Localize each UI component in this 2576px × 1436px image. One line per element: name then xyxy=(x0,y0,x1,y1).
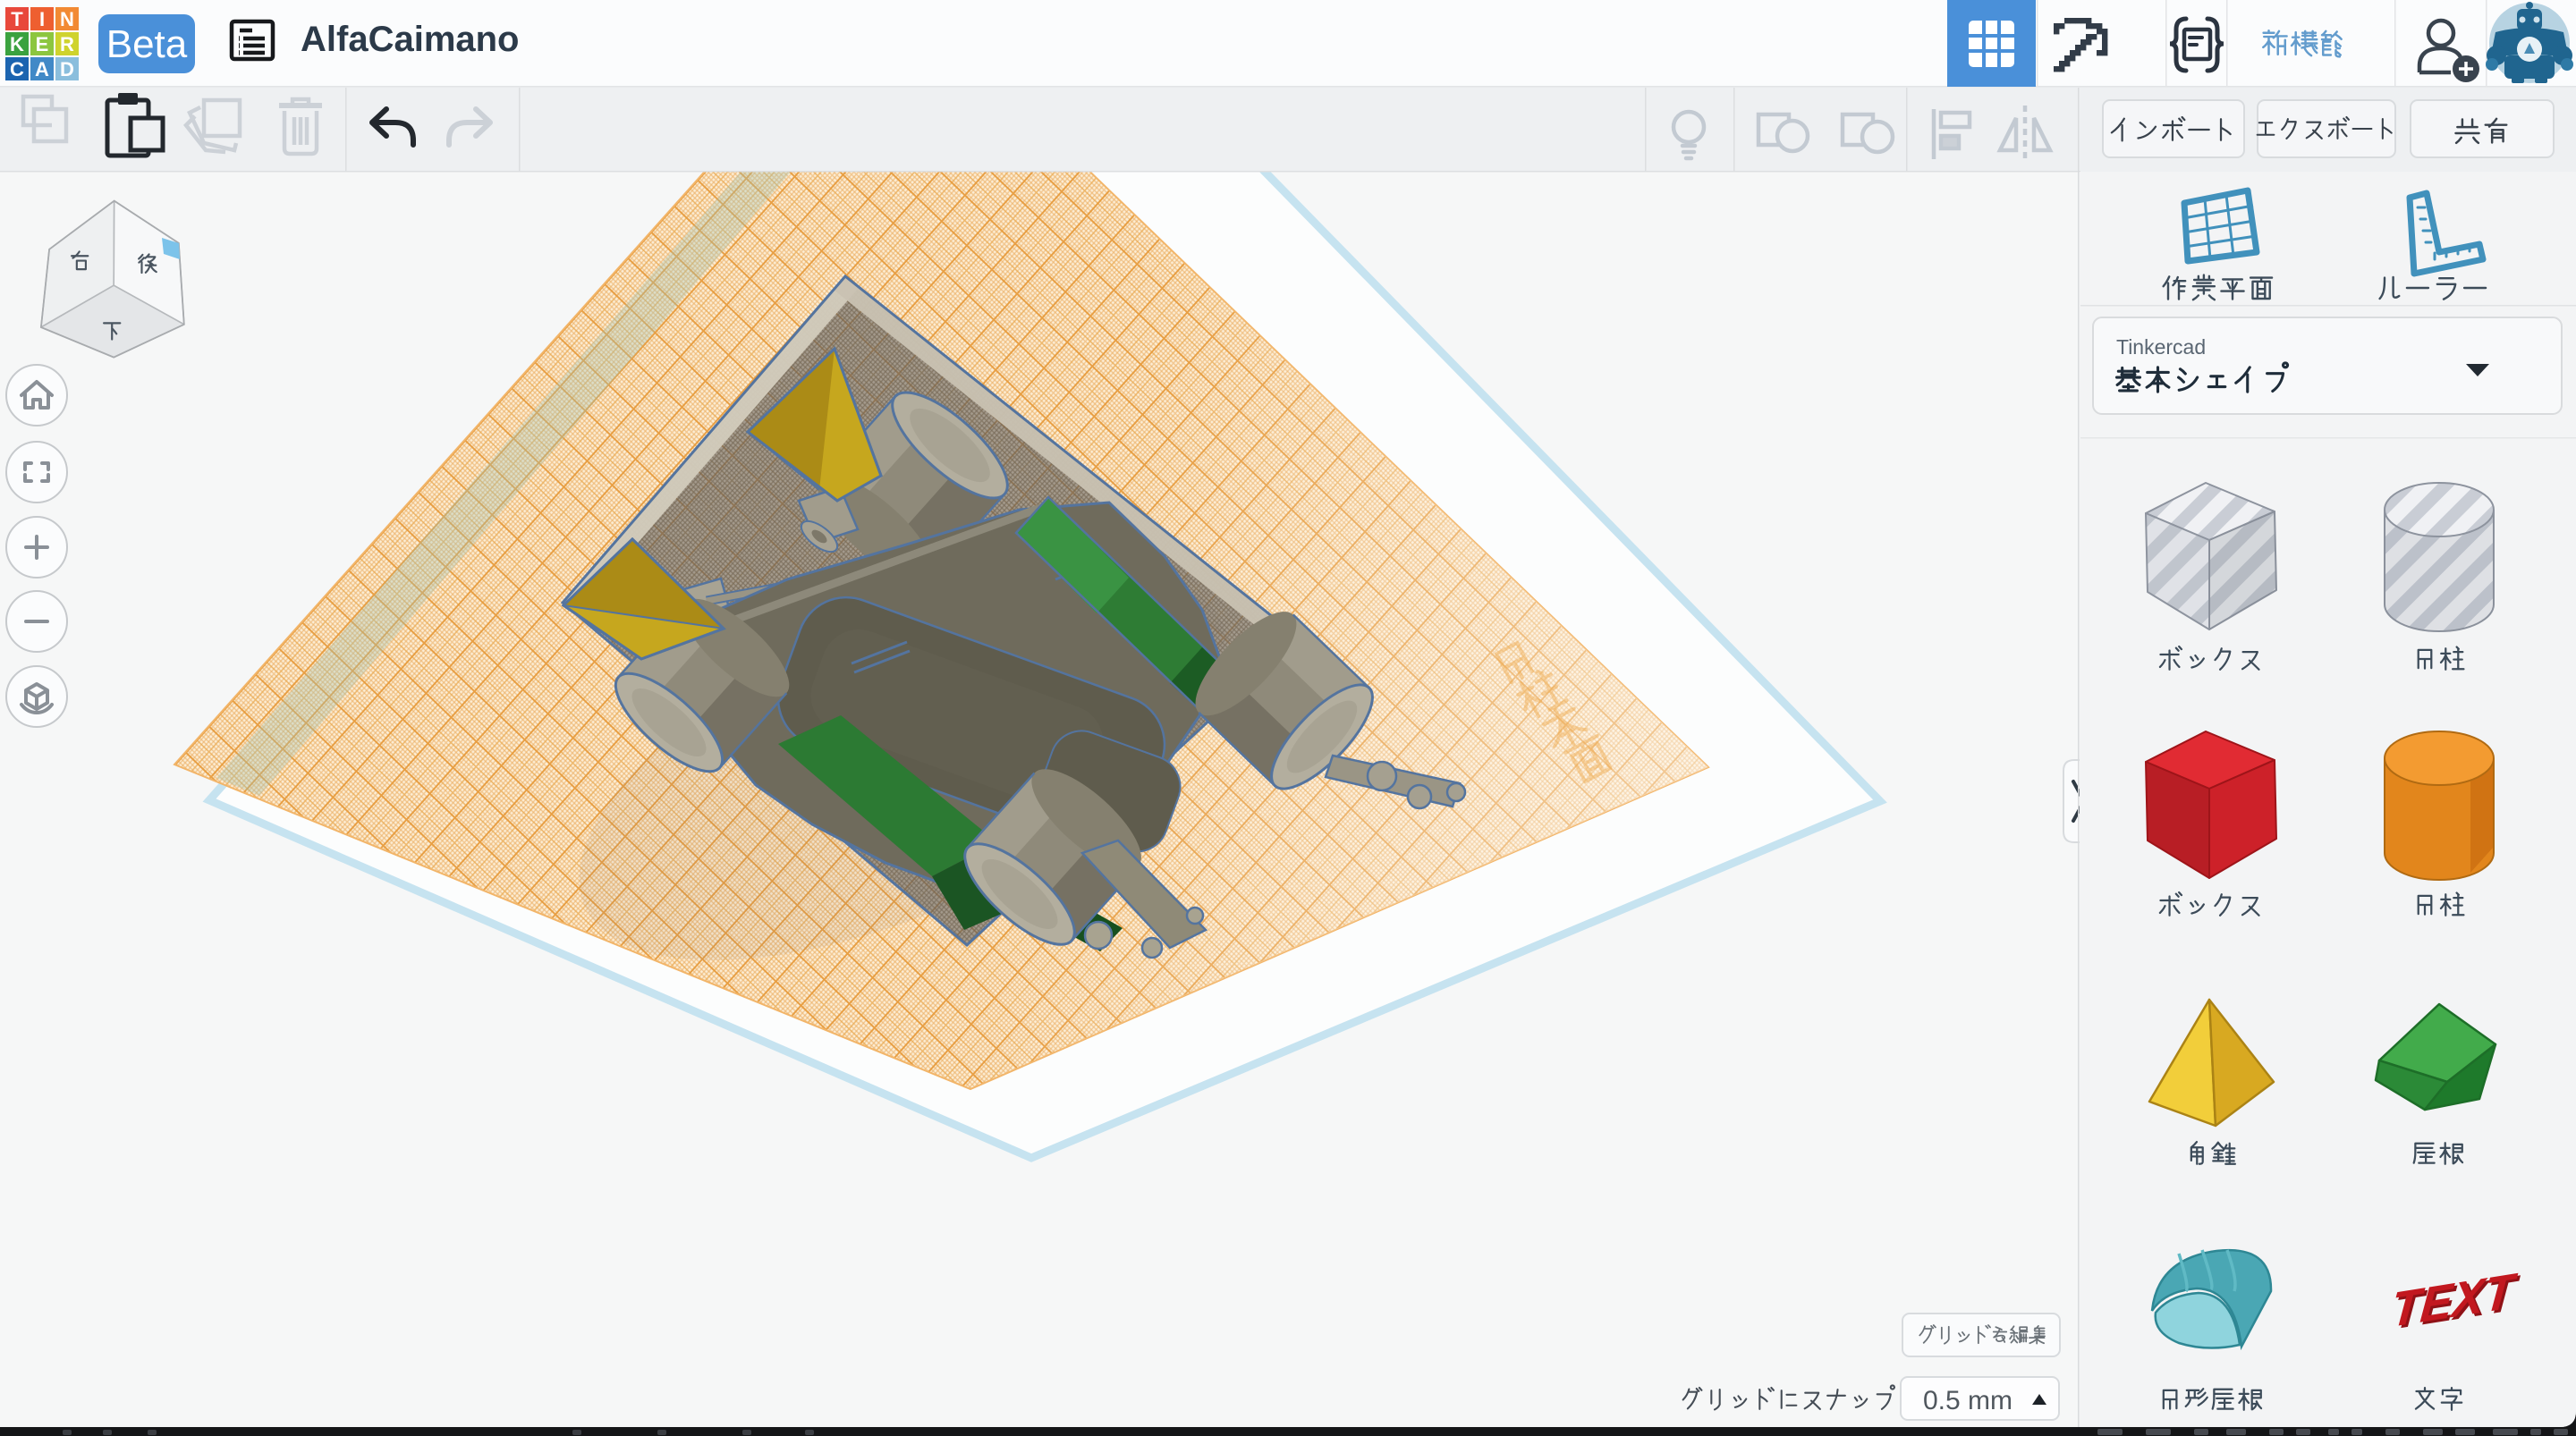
svg-text:A: A xyxy=(35,58,49,80)
svg-text:I: I xyxy=(39,8,45,30)
svg-text:N: N xyxy=(60,8,74,30)
svg-text:K: K xyxy=(10,33,24,55)
svg-text:Beta: Beta xyxy=(106,22,188,66)
svg-text:0.5 mm: 0.5 mm xyxy=(1923,1386,2012,1415)
svg-text:C: C xyxy=(10,58,24,80)
svg-text:D: D xyxy=(60,58,74,80)
svg-text:Tinkercad: Tinkercad xyxy=(2116,335,2206,359)
svg-text:E: E xyxy=(36,33,49,55)
svg-text:T: T xyxy=(11,8,23,30)
svg-text:R: R xyxy=(60,33,74,55)
svg-text:AlfaCaimano: AlfaCaimano xyxy=(301,20,520,59)
